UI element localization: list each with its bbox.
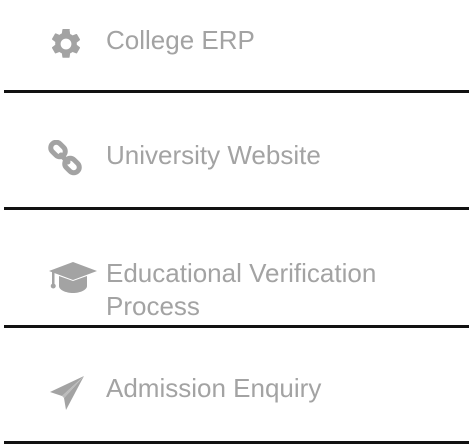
gear-icon — [48, 26, 84, 62]
menu-item-university-website[interactable]: University Website — [0, 93, 469, 206]
divider — [4, 441, 469, 444]
paper-plane-icon — [46, 372, 88, 414]
menu-item-educational-verification-process[interactable]: Educational Verification Process — [0, 210, 469, 324]
menu-item-admission-enquiry[interactable]: Admission Enquiry — [0, 328, 469, 441]
quick-links-menu: College ERP University Website Education… — [0, 0, 469, 447]
menu-item-label: University Website — [106, 140, 321, 170]
menu-item-college-erp[interactable]: College ERP — [0, 0, 469, 90]
link-icon — [46, 140, 86, 180]
menu-item-label: Educational Verification Process — [106, 258, 377, 321]
menu-item-label: Admission Enquiry — [106, 373, 322, 403]
graduation-cap-icon — [48, 256, 98, 296]
menu-item-label: College ERP — [106, 25, 255, 55]
